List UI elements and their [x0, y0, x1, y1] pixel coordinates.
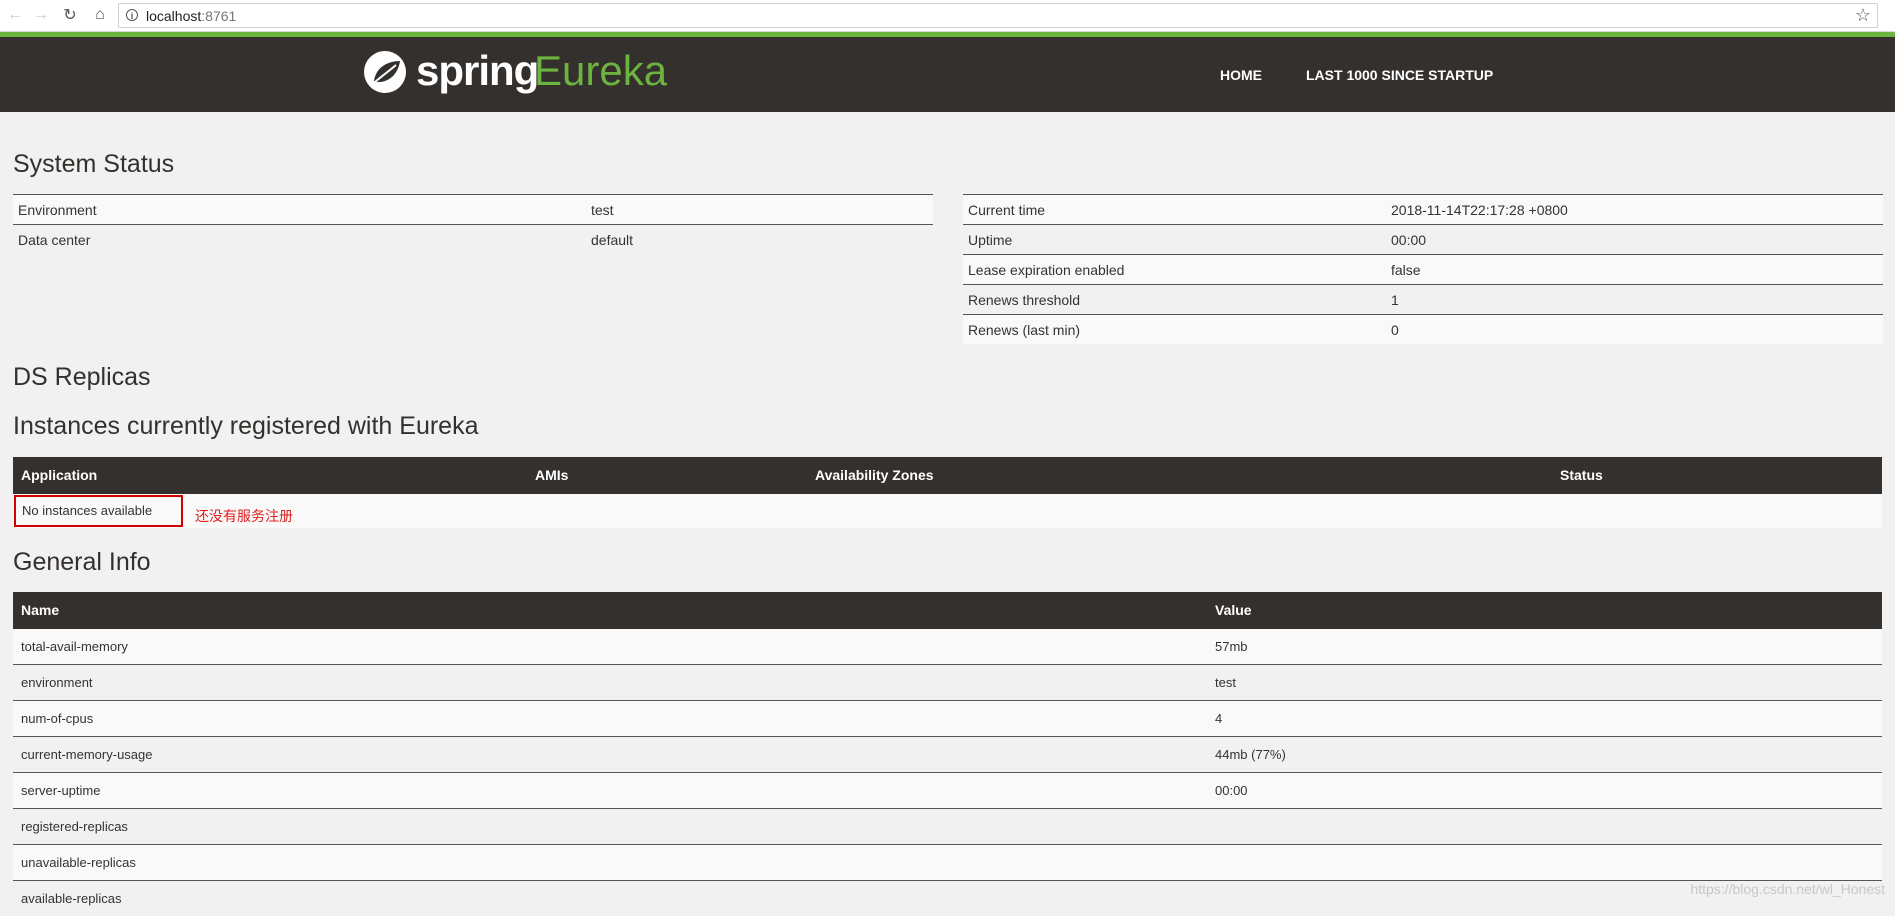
column-header-availability-zones[interactable]: Availability Zones: [815, 467, 934, 483]
table-row: server-uptime 00:00: [13, 773, 1882, 809]
info-name: available-replicas: [21, 891, 122, 906]
general-info-title: General Info: [13, 548, 151, 576]
table-row: current-memory-usage 44mb (77%): [13, 737, 1882, 773]
info-value: 57mb: [1215, 639, 1248, 654]
status-key: Lease expiration enabled: [968, 262, 1125, 278]
info-name: registered-replicas: [21, 819, 128, 834]
status-value: 0: [1391, 322, 1399, 338]
browser-toolbar: ← → ↻ ⌂ i localhost:8761 ☆: [0, 0, 1895, 32]
system-status-left-table: Environment test Data center default: [13, 194, 933, 254]
column-header-amis[interactable]: AMIs: [535, 467, 568, 483]
status-key: Current time: [968, 202, 1046, 218]
url-host: localhost: [146, 8, 202, 24]
info-value: test: [1215, 675, 1236, 690]
spring-leaf-icon: [364, 51, 406, 93]
reload-icon[interactable]: ↻: [58, 3, 82, 27]
instances-table-header: Application AMIs Availability Zones Stat…: [13, 457, 1882, 494]
info-name: current-memory-usage: [21, 747, 153, 762]
ds-replicas-title: DS Replicas: [13, 363, 151, 391]
table-row: Data center default: [13, 225, 933, 254]
info-value: 44mb (77%): [1215, 747, 1286, 762]
logo-spring-text[interactable]: spring: [416, 47, 539, 95]
info-value: 00:00: [1215, 783, 1248, 798]
status-key: Renews (last min): [968, 322, 1081, 338]
watermark-text: https://blog.csdn.net/wl_Honest: [1690, 881, 1885, 897]
url-text: localhost:8761: [146, 8, 236, 24]
table-row: Uptime 00:00: [963, 225, 1883, 255]
status-key: Renews threshold: [968, 292, 1081, 308]
status-key: Environment: [18, 202, 97, 218]
forward-arrow-icon[interactable]: →: [29, 3, 53, 27]
home-icon[interactable]: ⌂: [88, 3, 112, 27]
column-header-status[interactable]: Status: [1560, 467, 1603, 483]
table-row: Renews (last min) 0: [963, 315, 1883, 344]
table-row: Renews threshold 1: [963, 285, 1883, 315]
column-header-value[interactable]: Value: [1215, 602, 1252, 618]
status-value: 00:00: [1391, 232, 1427, 248]
status-value: false: [1391, 262, 1421, 278]
no-instances-text: No instances available: [14, 495, 183, 527]
instances-title: Instances currently registered with Eure…: [13, 412, 479, 440]
bookmark-star-icon[interactable]: ☆: [1855, 5, 1871, 26]
back-arrow-icon[interactable]: ←: [3, 3, 27, 27]
info-name: num-of-cpus: [21, 711, 94, 726]
table-row: num-of-cpus 4: [13, 701, 1882, 737]
table-row: Current time 2018-11-14T22:17:28 +0800: [963, 195, 1883, 225]
status-key: Uptime: [968, 232, 1013, 248]
info-name: unavailable-replicas: [21, 855, 136, 870]
status-key: Data center: [18, 232, 91, 248]
nav-home-link[interactable]: HOME: [1220, 67, 1262, 83]
annotation-note: 还没有服务注册: [195, 508, 293, 524]
table-row: unavailable-replicas: [13, 845, 1882, 881]
nav-last-1000-link[interactable]: LAST 1000 SINCE STARTUP: [1306, 67, 1493, 83]
logo-eureka-text[interactable]: Eureka: [534, 47, 667, 95]
general-info-table: total-avail-memory 57mb environment test…: [13, 629, 1882, 916]
table-row: Lease expiration enabled false: [963, 255, 1883, 285]
info-name: environment: [21, 675, 93, 690]
table-row: registered-replicas: [13, 809, 1882, 845]
instances-empty-row: No instances available 还没有服务注册: [13, 494, 1882, 528]
table-row: Environment test: [13, 195, 933, 225]
info-value: 4: [1215, 711, 1223, 726]
status-value: default: [591, 232, 634, 248]
address-bar[interactable]: i localhost:8761 ☆: [118, 3, 1878, 28]
column-header-application[interactable]: Application: [21, 467, 97, 483]
status-value: 1: [1391, 292, 1399, 308]
status-value: 2018-11-14T22:17:28 +0800: [1391, 202, 1568, 218]
eureka-navbar: spring Eureka HOME LAST 1000 SINCE START…: [0, 37, 1895, 112]
table-row: environment test: [13, 665, 1882, 701]
column-header-name[interactable]: Name: [21, 602, 59, 618]
status-value: test: [591, 202, 614, 218]
info-name: total-avail-memory: [21, 639, 128, 654]
info-name: server-uptime: [21, 783, 101, 798]
table-row: available-replicas: [13, 881, 1882, 916]
site-info-icon[interactable]: i: [126, 9, 138, 21]
general-info-table-header: Name Value: [13, 592, 1882, 629]
url-port: :8761: [201, 8, 237, 24]
table-row: total-avail-memory 57mb: [13, 629, 1882, 665]
system-status-title: System Status: [13, 150, 175, 178]
system-status-right-table: Current time 2018-11-14T22:17:28 +0800 U…: [963, 194, 1883, 344]
